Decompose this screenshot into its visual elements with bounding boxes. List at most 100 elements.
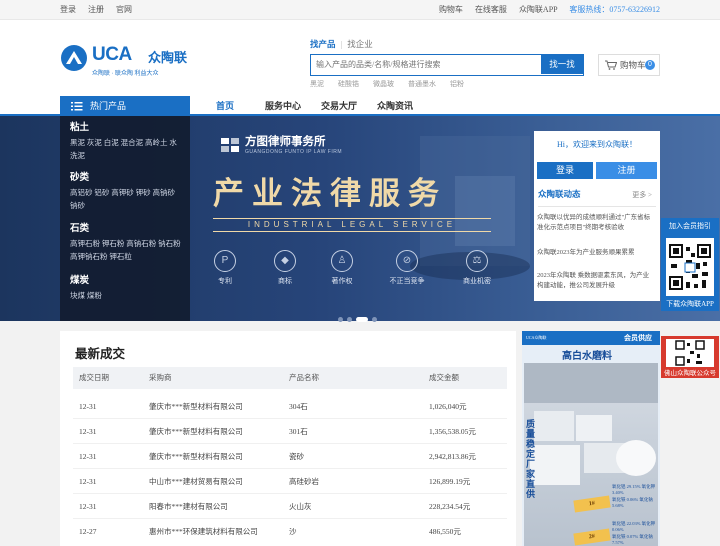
deal-buyer: 肇庆市***新型材料有限公司 <box>149 452 243 461</box>
banner-subtitle: INDUSTRIAL LEGAL SERVICE <box>213 218 491 232</box>
top-bar-left: 登录 注册 官网 <box>60 0 142 20</box>
service-label: 不正当竞争 <box>389 277 425 285</box>
hot-keyword[interactable]: 硅酸锆 <box>338 80 359 88</box>
hot-keyword[interactable]: 铝粉 <box>450 80 464 88</box>
category-items[interactable]: 高钾石粉 钾石粉 高钠石粉 钠石粉 高钾钠石粉 钾石粒 <box>70 237 184 264</box>
hot-keyword[interactable]: 普通墨水 <box>408 80 436 88</box>
category-sand[interactable]: 砂类 高铝砂 铝砂 高钾砂 钾砂 高钠砂 钠砂 <box>70 172 184 213</box>
tab-find-company[interactable]: 找企业 <box>347 39 373 49</box>
app-qr-code <box>666 238 714 296</box>
hot-keyword[interactable]: 微晶玻 <box>373 80 394 88</box>
deal-amount: 2,942,813.86元 <box>429 452 476 461</box>
copyright-icon: ♙ <box>331 250 353 272</box>
ad-spec-line: 氧化铝 22.03% 氧化钾 0.06% <box>612 521 656 533</box>
news-item[interactable]: 众陶联2023年为产业服务顺果累累 <box>537 248 655 258</box>
header-amount: 成交金额 <box>429 373 459 382</box>
nav-trading-hall[interactable]: 交易大厅 <box>321 96 357 116</box>
deal-product: 沙 <box>289 527 297 536</box>
category-stone[interactable]: 石类 高钾石粉 钾石粉 高钠石粉 钠石粉 高钾钠石粉 钾石粒 <box>70 223 184 264</box>
category-title: 石类 <box>70 224 90 234</box>
main-nav: 热门产品 首页 服务中心 交易大厅 众陶资讯 <box>0 96 720 116</box>
banner-title: 产业法律服务 <box>213 176 447 211</box>
table-row: 12-27 惠州市***环保建筑材料有限公司 沙 486,550元 <box>73 519 507 544</box>
ad-slogan: 质量稳定厂家直供 <box>526 419 536 499</box>
welcome-panel: Hi，欢迎来到众陶联！ 登录 注册 众陶联动态 更多 > 众陶联以优异的成绩顺利… <box>534 131 660 301</box>
news-item[interactable]: 众陶联以优异的成绩顺利通过"广东省标准化示范点项目"终期考核验收 <box>537 213 655 233</box>
secret-icon: ⚖ <box>466 250 488 272</box>
patent-icon: P <box>214 250 236 272</box>
deal-buyer: 阳春市***建材有限公司 <box>149 502 228 511</box>
tab-find-product[interactable]: 找产品 <box>310 39 336 49</box>
service-trademark: ◆ 商标 <box>265 250 305 286</box>
ad-product-name: 高白水磨料 <box>562 351 612 362</box>
category-menu: 粘土 黑泥 灰泥 白泥 混合泥 高岭土 水洗泥 砂类 高铝砂 铝砂 高钾砂 钾砂… <box>60 116 190 321</box>
online-service-link[interactable]: 在线客服 <box>475 5 507 14</box>
service-patent: P 专利 <box>205 250 245 286</box>
menu-list-icon <box>71 102 83 111</box>
cart-link[interactable]: 购物车 <box>439 5 463 14</box>
news-item[interactable]: 2023年众陶联 乘数据驱素东风，为产业构建动能，推公司发展升级 <box>537 271 655 291</box>
login-link[interactable]: 登录 <box>60 5 76 14</box>
panel-login-button[interactable]: 登录 <box>537 162 593 179</box>
deal-date: 12-31 <box>79 402 97 411</box>
deal-date: 12-31 <box>79 427 97 436</box>
deal-buyer: 中山市***建材贸易有限公司 <box>149 477 243 486</box>
member-guide-link[interactable]: 加入会员指引 <box>661 221 719 231</box>
deal-amount: 126,899.19元 <box>429 477 471 486</box>
hot-products-menu[interactable]: 热门产品 <box>60 96 190 116</box>
deal-date: 12-31 <box>79 452 97 461</box>
category-title: 粘土 <box>70 123 90 133</box>
category-items[interactable]: 黑泥 灰泥 白泥 混合泥 高岭土 水洗泥 <box>70 136 184 163</box>
panel-register-button[interactable]: 注册 <box>596 162 657 179</box>
carousel-dot[interactable] <box>338 316 343 322</box>
category-clay[interactable]: 粘土 黑泥 灰泥 白泥 混合泥 高岭土 水洗泥 <box>70 122 184 163</box>
register-link[interactable]: 注册 <box>88 5 104 14</box>
ad-mini-logo: UCA众陶联 <box>526 335 547 340</box>
ad-spec-line: 氧化铁 0.06% 氧化钠 5.68% <box>612 496 653 508</box>
deal-product: 瓷砂 <box>289 452 304 461</box>
nav-service-center[interactable]: 服务中心 <box>265 96 301 116</box>
banner-pagination <box>338 310 381 328</box>
wechat-label: 佛山众陶联公众号 <box>664 370 716 377</box>
qr-code-icon <box>669 244 711 290</box>
service-label: 商业机密 <box>463 277 491 285</box>
hot-keyword[interactable]: 黑泥 <box>310 80 324 88</box>
category-items[interactable]: 高铝砂 铝砂 高钾砂 钾砂 高钠砂 钠砂 <box>70 186 184 213</box>
law-firm-name: 方图律师事务所 <box>245 136 326 148</box>
qr-code-icon <box>675 340 705 366</box>
app-link[interactable]: 众陶联APP <box>519 5 557 14</box>
wechat-widget[interactable]: 佛山众陶联公众号 <box>661 336 719 378</box>
carousel-dot-active[interactable] <box>356 316 368 322</box>
official-site-link[interactable]: 官网 <box>116 5 132 14</box>
trademark-icon: ◆ <box>274 250 296 272</box>
welcome-greeting: Hi，欢迎来到众陶联！ <box>557 140 637 149</box>
deal-buyer: 惠州市***环保建筑材料有限公司 <box>149 527 258 536</box>
news-more-link[interactable]: 更多 > <box>632 190 652 200</box>
deal-buyer: 肇庆市***新型材料有限公司 <box>149 402 243 411</box>
nav-items: 首页 服务中心 交易大厅 众陶资讯 <box>205 96 433 116</box>
search-button[interactable]: 找一找 <box>541 55 583 74</box>
ad-specs: 氧化铝 29.15% 氧化钾 3.40% 氧化铁 0.06% 氧化钠 5.68%… <box>582 484 656 546</box>
cart-button[interactable]: 购物车 0 <box>598 54 660 76</box>
app-download-widget[interactable]: 加入会员指引 下载众陶联APP <box>661 218 719 311</box>
top-bar-right: 购物车 在线客服 众陶联APP 客服热线：0757-63226912 <box>429 0 660 20</box>
site-logo[interactable]: UCA 众陶联 众陶联 · 联众陶 利益大众 <box>60 44 210 88</box>
carousel-dot[interactable] <box>347 316 352 322</box>
deal-product: 301石 <box>289 427 308 436</box>
deals-table-header: 成交日期 采购商 产品名称 成交金额 <box>73 367 507 389</box>
download-app-label[interactable]: 下载众陶联APP <box>661 299 719 309</box>
nav-news[interactable]: 众陶资讯 <box>377 96 413 116</box>
service-copyright: ♙ 著作权 <box>322 250 362 286</box>
nav-home[interactable]: 首页 <box>205 96 245 116</box>
tab-separator: | <box>340 39 343 49</box>
category-title: 砂类 <box>70 173 90 183</box>
hotline: 客服热线：0757-63226912 <box>569 5 660 14</box>
search-input[interactable] <box>316 55 536 74</box>
logo-brand: UCA <box>92 44 132 65</box>
member-supply-ad[interactable]: UCA众陶联 会员供应 高白水磨料 质量稳定厂家直供 1# 2# 氧化铝 29.… <box>522 331 660 546</box>
deal-amount: 1,026,040元 <box>429 402 467 411</box>
category-items[interactable]: 块煤 煤粉 <box>70 289 184 303</box>
search-tabs: 找产品 | 找企业 <box>310 38 373 50</box>
carousel-dot[interactable] <box>372 316 377 322</box>
category-coal[interactable]: 煤炭 块煤 煤粉 <box>70 275 184 302</box>
